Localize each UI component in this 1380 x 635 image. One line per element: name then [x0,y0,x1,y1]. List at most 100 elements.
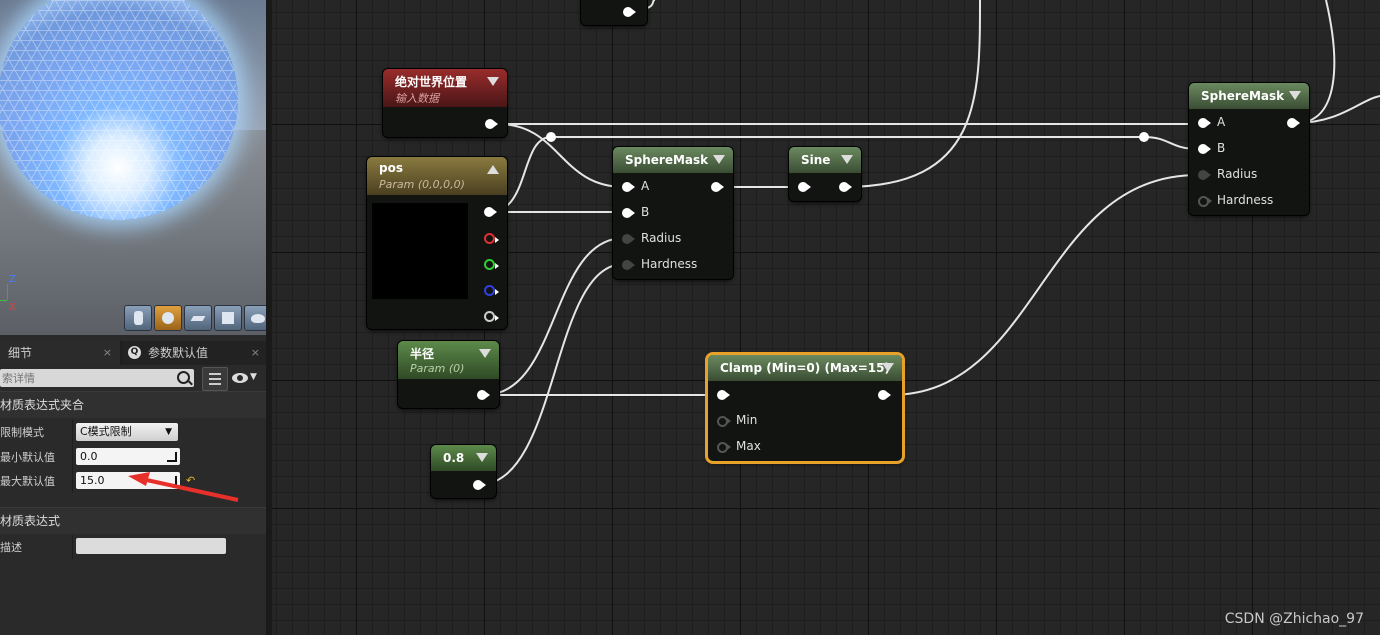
output-pin[interactable] [878,390,891,400]
divider [72,535,73,559]
section-expression-title: 材质表达式 [0,514,61,528]
pin-label-a: A [641,179,650,193]
input-pin-radius[interactable] [1198,170,1211,180]
output-pin[interactable] [711,182,724,192]
search-icon[interactable] [177,371,190,384]
node-offscreen-top[interactable] [581,0,647,25]
output-pin-rgba[interactable] [484,207,497,217]
pin-label-hardness: Hardness [1217,193,1274,207]
chevron-down-icon[interactable] [713,155,725,164]
output-pin[interactable] [839,182,852,192]
plane-icon[interactable] [184,305,212,331]
cube-icon[interactable] [214,305,242,331]
input-pin-min[interactable] [717,416,731,427]
tab-params-label: 参数默认值 [148,346,209,360]
node-pos-param[interactable]: pos Param (0,0,0,0) [367,157,507,329]
node-radius-param[interactable]: 半径 Param (0) [398,341,499,408]
node-absolute-world-position[interactable]: 绝对世界位置 输入数据 [383,69,507,137]
pin-label-a: A [1217,115,1226,129]
material-preview-viewport[interactable]: Z X [0,0,266,335]
input-pin-b[interactable] [1198,144,1211,154]
output-pin[interactable] [473,480,486,490]
min-default-field[interactable]: 0.0 [76,448,180,465]
close-icon[interactable]: × [103,341,112,365]
output-pin-r[interactable] [484,233,499,244]
axis-z-label: Z [9,274,16,285]
section-clamp-header[interactable]: 材质表达式夹合 [0,391,266,418]
clamp-mode-label: 限制模式 [0,426,44,439]
drag-handle-icon[interactable] [167,452,177,462]
watermark: CSDN @Zhichao_97 [1224,611,1364,627]
min-default-value: 0.0 [80,450,98,463]
node-sine[interactable]: Sine [789,147,861,201]
node-header: 绝对世界位置 输入数据 [383,69,507,107]
input-pin-radius[interactable] [622,234,635,244]
node-title: 0.8 [443,451,465,465]
chevron-down-icon[interactable] [841,155,853,164]
pin-label-max: Max [736,439,761,453]
max-default-label: 最大默认值 [0,475,55,488]
output-pin[interactable] [1287,118,1300,128]
output-pin-g[interactable] [484,259,499,270]
chevron-up-icon[interactable] [487,165,499,174]
section-clamp-title: 材质表达式夹合 [0,398,85,412]
input-pin[interactable] [798,182,811,192]
tab-parameter-defaults[interactable]: Q 参数默认值 × [122,341,266,365]
node-spheremask-1[interactable]: SphereMask A B Radius Hardness [613,147,733,279]
output-pin[interactable] [477,390,490,400]
pin-label-min: Min [736,413,758,427]
node-spheremask-2[interactable]: SphereMask A B Radius Hardness [1189,83,1309,215]
node-header: SphereMask [613,147,733,173]
node-title: SphereMask [1201,89,1285,103]
search-globe-icon: Q [128,346,141,359]
output-pin[interactable] [485,119,498,129]
desc-label: 描述 [0,541,22,554]
node-header: SphereMask [1189,83,1309,109]
prop-clamp-mode: 限制模式 C模式限制 ▼ [0,420,266,444]
node-subtitle: Param (0,0,0,0) [379,178,465,191]
node-header: Sine [789,147,861,173]
max-default-value: 15.0 [80,474,105,487]
divider [72,469,73,493]
input-pin-b[interactable] [622,208,635,218]
output-pin-b[interactable] [484,285,499,296]
sphere-icon[interactable] [154,305,182,331]
node-constant[interactable]: 0.8 [431,445,496,498]
chevron-down-icon: ▼ [165,427,172,437]
search-input[interactable] [0,369,172,387]
output-pin-a[interactable] [484,311,499,322]
section-expression-header[interactable]: 材质表达式 [0,507,266,534]
node-title: pos [379,161,403,175]
teapot-icon[interactable] [244,305,266,331]
input-pin-a[interactable] [622,182,635,192]
chevron-down-icon[interactable] [476,453,488,462]
chevron-down-icon[interactable] [1289,91,1301,100]
node-subtitle: Param (0) [410,362,465,375]
property-matrix-button[interactable] [202,367,228,391]
chevron-down-icon[interactable] [487,77,499,86]
clamp-mode-dropdown[interactable]: C模式限制 ▼ [76,423,178,441]
prop-min-default: 最小默认值 0.0 [0,445,266,469]
input-pin-a[interactable] [1198,118,1211,128]
description-input[interactable] [76,538,226,554]
output-pin[interactable] [623,7,636,17]
node-title: SphereMask [625,153,709,167]
panel-tabs: 细节 × Q 参数默认值 × [0,341,266,365]
tab-details[interactable]: 细节 × [0,341,120,365]
pin-label-radius: Radius [641,231,682,245]
chevron-down-icon[interactable] [882,363,894,372]
input-pin-max[interactable] [717,442,731,453]
visibility-filter-button[interactable]: ▼ [232,370,257,386]
node-header: 0.8 [431,445,496,471]
input-pin-hardness[interactable] [1198,196,1212,207]
cylinder-icon[interactable] [124,305,152,331]
pin-label-hardness: Hardness [641,257,698,271]
close-icon[interactable]: × [251,341,260,365]
prop-description: 描述 [0,535,266,559]
input-pin-hardness[interactable] [622,260,635,270]
left-panel: Z X 细节 × Q 参数默认值 × ▼ 材质表达式夹合 [0,0,272,635]
node-header: 半径 Param (0) [398,341,499,379]
chevron-down-icon[interactable] [479,349,491,358]
node-clamp[interactable]: Clamp (Min=0) (Max=15) Min Max [708,355,902,461]
input-pin[interactable] [717,390,730,400]
